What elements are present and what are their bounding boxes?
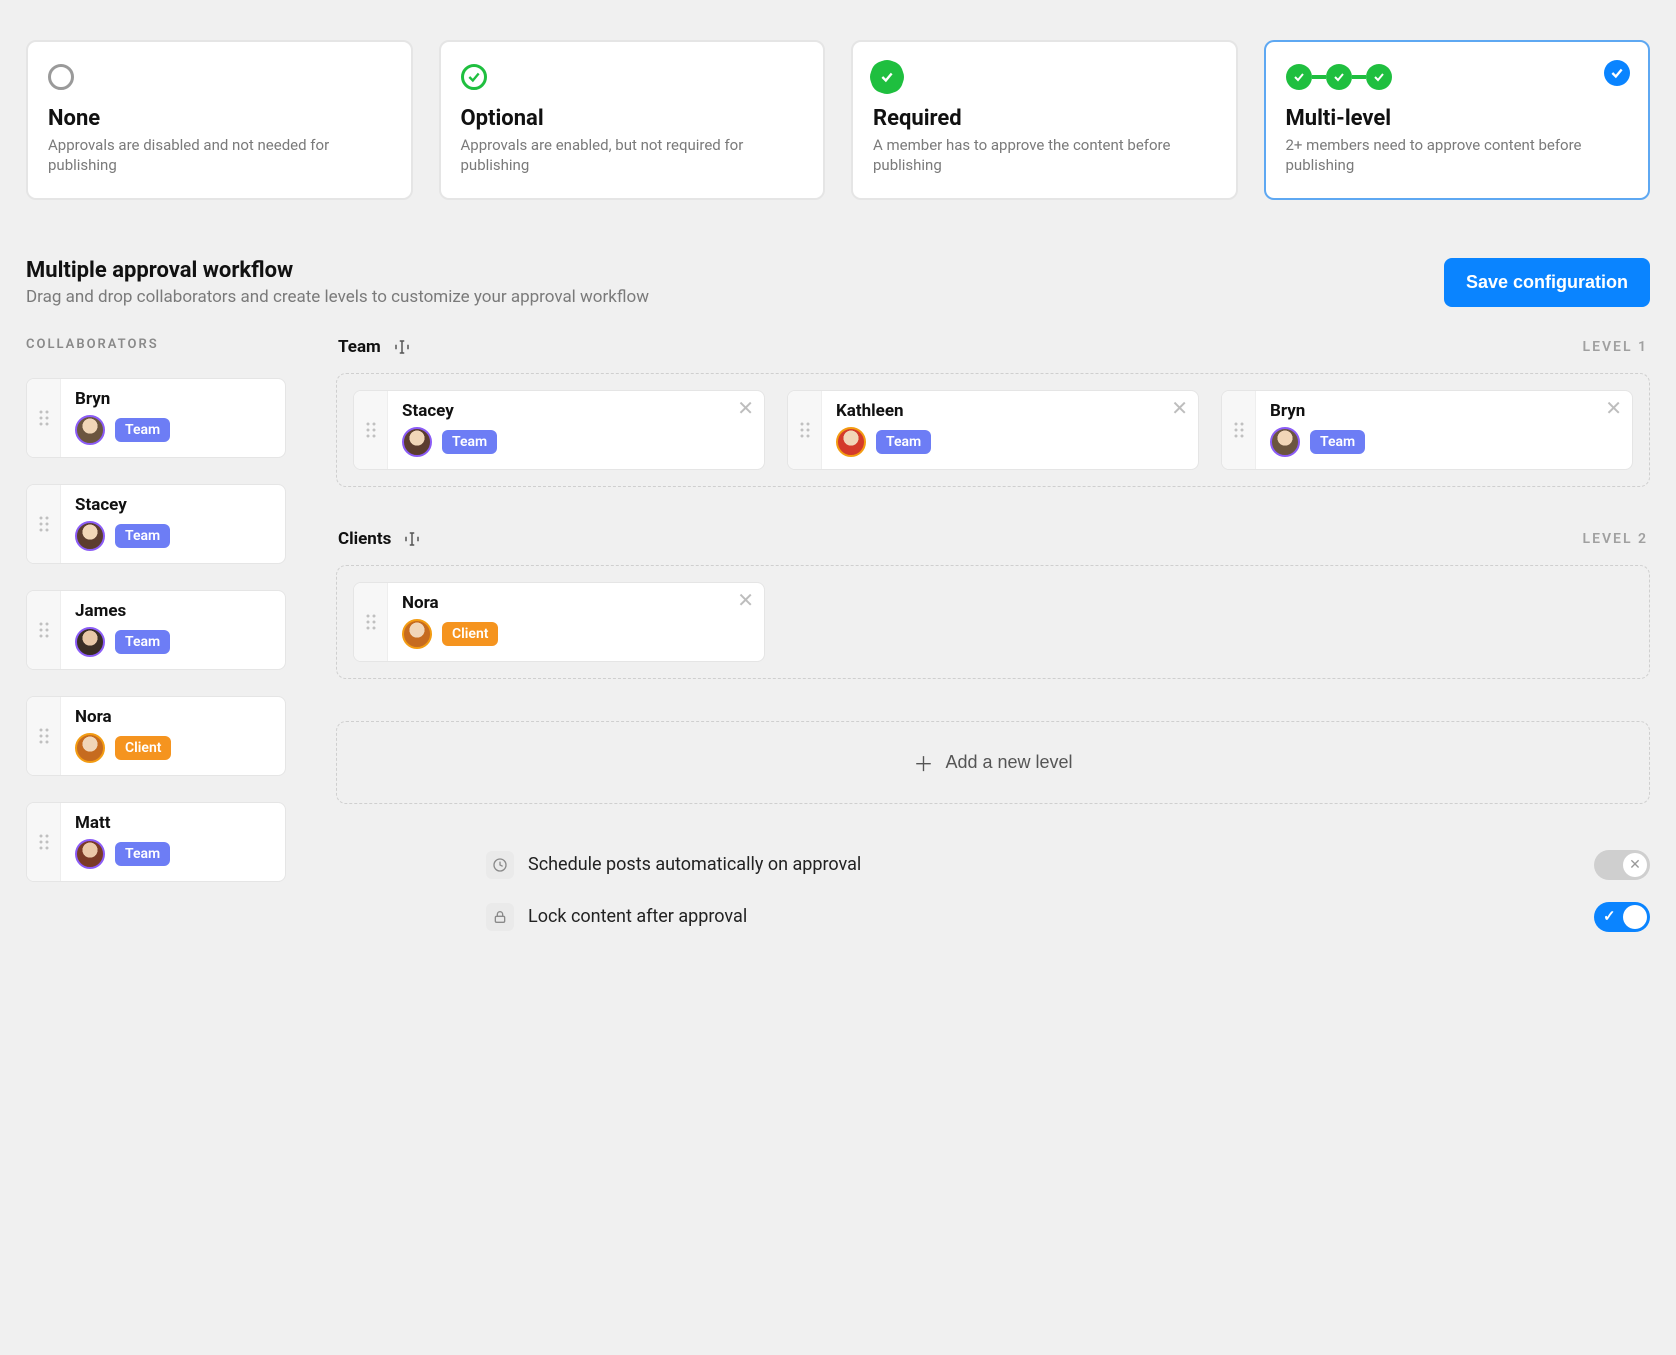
- save-configuration-button[interactable]: Save configuration: [1444, 258, 1650, 307]
- avatar: [75, 627, 105, 657]
- role-pill: Team: [442, 430, 497, 454]
- role-pill: Team: [876, 430, 931, 454]
- role-pill: Team: [1310, 430, 1365, 454]
- add-level-label: Add a new level: [945, 752, 1072, 773]
- person-name: Bryn: [1270, 401, 1618, 421]
- avatar: [402, 427, 432, 457]
- toggle-label: Schedule posts automatically on approval: [528, 854, 861, 875]
- option-none[interactable]: None Approvals are disabled and not need…: [26, 40, 413, 200]
- person-card[interactable]: James Team: [26, 590, 286, 670]
- person-card[interactable]: Matt Team: [26, 802, 286, 882]
- rename-icon[interactable]: [393, 338, 411, 356]
- avatar: [836, 427, 866, 457]
- none-icon: [48, 62, 391, 92]
- rename-icon[interactable]: [403, 530, 421, 548]
- level-block: Team LEVEL 1 Stacey Team ✕ Kathleen Team: [336, 337, 1650, 487]
- collaborators-panel: COLLABORATORS Bryn Team Stacey Team Jame…: [26, 337, 286, 882]
- role-pill: Client: [442, 622, 498, 646]
- person-name: Stacey: [75, 495, 271, 515]
- option-desc: A member has to approve the content befo…: [873, 135, 1216, 176]
- person-card[interactable]: Nora Client ✕: [353, 582, 765, 662]
- avatar: [75, 415, 105, 445]
- level-tag: LEVEL 2: [1583, 531, 1649, 547]
- remove-person-button[interactable]: ✕: [737, 399, 754, 419]
- drag-handle-icon[interactable]: [27, 803, 61, 881]
- avatar: [75, 733, 105, 763]
- toggle-schedule-switch[interactable]: [1594, 850, 1650, 880]
- level-block: Clients LEVEL 2 Nora Client ✕: [336, 529, 1650, 679]
- person-name: Nora: [402, 593, 750, 613]
- drag-handle-icon[interactable]: [354, 391, 388, 469]
- toggle-label: Lock content after approval: [528, 906, 747, 927]
- drag-handle-icon[interactable]: [27, 591, 61, 669]
- option-title: Multi-level: [1286, 106, 1629, 131]
- drag-handle-icon[interactable]: [354, 583, 388, 661]
- levels-panel: Team LEVEL 1 Stacey Team ✕ Kathleen Team: [336, 337, 1650, 932]
- remove-person-button[interactable]: ✕: [1171, 399, 1188, 419]
- toggle-lock-switch[interactable]: [1594, 902, 1650, 932]
- person-name: Nora: [75, 707, 271, 727]
- plus-icon: ＋: [913, 748, 933, 777]
- remove-person-button[interactable]: ✕: [1605, 399, 1622, 419]
- clock-icon: [486, 851, 514, 879]
- level-tag: LEVEL 1: [1583, 339, 1649, 355]
- selected-check-icon: [1604, 60, 1630, 86]
- option-desc: Approvals are disabled and not needed fo…: [48, 135, 391, 176]
- option-title: Required: [873, 106, 1216, 131]
- avatar: [402, 619, 432, 649]
- person-name: Kathleen: [836, 401, 1184, 421]
- person-name: Stacey: [402, 401, 750, 421]
- toggle-schedule: Schedule posts automatically on approval: [486, 850, 1650, 880]
- role-pill: Team: [115, 418, 170, 442]
- required-icon: [873, 62, 1216, 92]
- level-name[interactable]: Team: [338, 337, 381, 357]
- approval-mode-options: None Approvals are disabled and not need…: [26, 40, 1650, 200]
- lock-icon: [486, 903, 514, 931]
- person-card[interactable]: Kathleen Team ✕: [787, 390, 1199, 470]
- drag-handle-icon[interactable]: [27, 379, 61, 457]
- drag-handle-icon[interactable]: [788, 391, 822, 469]
- option-optional[interactable]: Optional Approvals are enabled, but not …: [439, 40, 826, 200]
- person-card[interactable]: Stacey Team ✕: [353, 390, 765, 470]
- workflow-header: Multiple approval workflow Drag and drop…: [26, 258, 1650, 307]
- option-required[interactable]: Required A member has to approve the con…: [851, 40, 1238, 200]
- avatar: [1270, 427, 1300, 457]
- collaborators-heading: COLLABORATORS: [26, 337, 286, 352]
- avatar: [75, 839, 105, 869]
- add-level-button[interactable]: ＋ Add a new level: [336, 721, 1650, 804]
- avatar: [75, 521, 105, 551]
- level-name[interactable]: Clients: [338, 529, 391, 549]
- person-name: Bryn: [75, 389, 271, 409]
- option-title: None: [48, 106, 391, 131]
- option-desc: 2+ members need to approve content befor…: [1286, 135, 1629, 176]
- level-drop-zone[interactable]: Stacey Team ✕ Kathleen Team ✕ Bryn Team: [336, 373, 1650, 487]
- option-desc: Approvals are enabled, but not required …: [461, 135, 804, 176]
- drag-handle-icon[interactable]: [1222, 391, 1256, 469]
- role-pill: Team: [115, 524, 170, 548]
- workflow-heading: Multiple approval workflow: [26, 258, 649, 283]
- person-card[interactable]: Bryn Team: [26, 378, 286, 458]
- person-card[interactable]: Bryn Team ✕: [1221, 390, 1633, 470]
- person-card[interactable]: Stacey Team: [26, 484, 286, 564]
- drag-handle-icon[interactable]: [27, 485, 61, 563]
- remove-person-button[interactable]: ✕: [737, 591, 754, 611]
- option-multi-level[interactable]: Multi-level 2+ members need to approve c…: [1264, 40, 1651, 200]
- workflow-subheading: Drag and drop collaborators and create l…: [26, 287, 649, 307]
- role-pill: Team: [115, 842, 170, 866]
- role-pill: Team: [115, 630, 170, 654]
- person-card[interactable]: Nora Client: [26, 696, 286, 776]
- person-name: James: [75, 601, 271, 621]
- multi-level-icon: [1286, 62, 1629, 92]
- level-drop-zone[interactable]: Nora Client ✕: [336, 565, 1650, 679]
- person-name: Matt: [75, 813, 271, 833]
- option-title: Optional: [461, 106, 804, 131]
- drag-handle-icon[interactable]: [27, 697, 61, 775]
- toggle-lock: Lock content after approval: [486, 902, 1650, 932]
- role-pill: Client: [115, 736, 171, 760]
- toggles: Schedule posts automatically on approval…: [336, 850, 1650, 932]
- optional-icon: [461, 62, 804, 92]
